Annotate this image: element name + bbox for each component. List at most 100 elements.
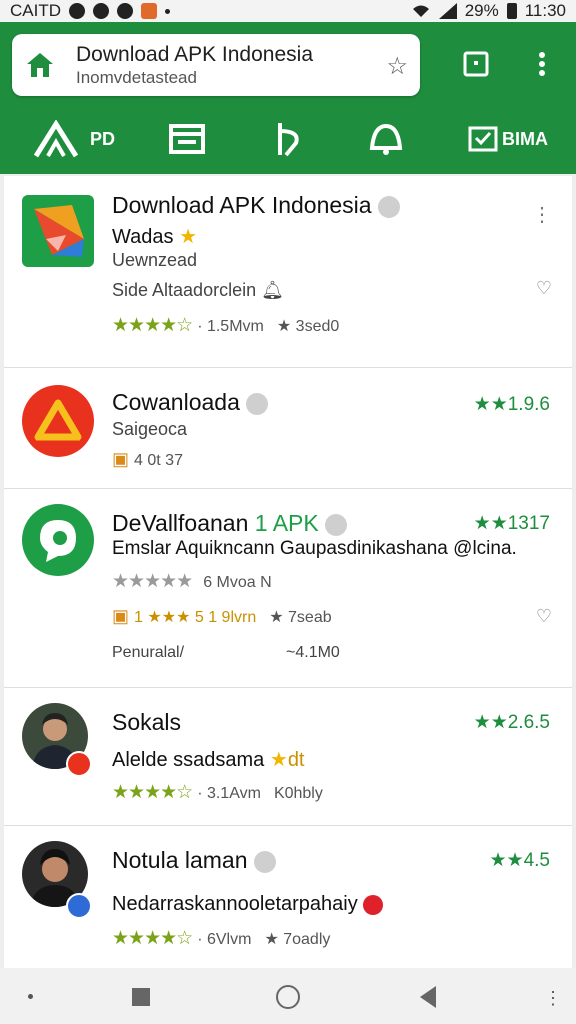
app-score: ★★1.9.6 (473, 394, 550, 415)
verified-badge-icon (324, 513, 347, 536)
app-rating-row: ★★★★☆ · 6Vlvm ★ 7oadly (112, 927, 330, 950)
downloads: · 3.1Avm (197, 785, 261, 802)
app-icon (22, 504, 94, 576)
app-tagline: Wadas ★ (112, 226, 198, 248)
more-options-icon[interactable]: ⋮ (532, 202, 552, 227)
star-badge-icon: ★ (269, 749, 288, 771)
home-icon[interactable] (26, 52, 54, 78)
share-arrow-icon (278, 123, 299, 157)
kebab-menu-icon (539, 52, 545, 76)
gift-icon: ▣ (112, 449, 130, 469)
home-up-icon (34, 120, 79, 158)
app-notification-icon (141, 3, 157, 19)
app-title: Sokals (112, 709, 182, 735)
red-badge-icon (363, 894, 384, 915)
verified-badge-icon (245, 392, 268, 415)
chat-bubble-icon (40, 520, 76, 562)
tabs-button[interactable] (460, 48, 492, 80)
battery-icon (506, 3, 517, 19)
rating-stars: ★★★★☆ (112, 315, 193, 336)
downloads: 6 Mvoa N (203, 574, 272, 591)
rating-stars: ★★★★★ (112, 571, 193, 592)
app-description: Emslar Aquikncann Gaupasdinikashana @lci… (112, 538, 517, 559)
notification-icon (93, 3, 109, 19)
app-rating-row: ★★★★☆ · 3.1Avm K0hbly (112, 781, 323, 804)
nav-inbox[interactable]: BIMA (468, 120, 548, 158)
mail-check-icon (468, 126, 498, 152)
dot-icon (165, 8, 170, 14)
app-title: Notula laman (112, 847, 276, 874)
recents-button[interactable] (132, 988, 150, 1006)
nav-home[interactable]: PD (34, 120, 115, 158)
status-bar: CAITD 29% 11:30 (0, 0, 576, 22)
overflow-menu-button[interactable] (526, 48, 558, 80)
verified-badge-icon (377, 195, 400, 218)
app-score: ★★2.6.5 (473, 712, 550, 733)
list-item[interactable]: Notula laman Nedarraskannooletarpahaiy ★… (4, 827, 572, 968)
app-detail: Side Altaadorclein 🔔︎ (112, 280, 284, 300)
gift-icon: ▣ (112, 606, 130, 626)
app-icon (22, 385, 94, 457)
status-badge (66, 893, 92, 919)
verified-badge-icon (253, 850, 276, 873)
kebab-menu-icon[interactable]: ⋮ (544, 988, 562, 1009)
app-footer-right: ~4.1M0 (286, 644, 340, 661)
bell-icon (369, 123, 403, 155)
wifi-icon (412, 5, 429, 17)
app-tagline: Saigeoca (112, 419, 188, 439)
app-rating-row: ★★★★★ 6 Mvoa N (112, 570, 272, 593)
downloads: · 1.5Mvm (197, 318, 264, 335)
crown-icon: ★ (179, 226, 198, 248)
app-rank-row: ▣ 1 ★★★ 5 1 9lvrn ★ 7seab (112, 606, 332, 626)
site-title: Download APK Indonesia (76, 43, 313, 66)
nav-share[interactable] (272, 120, 304, 158)
battery-percent: 29% (464, 1, 499, 20)
app-rating-row: ★★★★☆ · 1.5Mvm ★ 3sed0 (112, 314, 339, 337)
list-item[interactable]: DeVallfoanan 1 APK Emslar Aquikncann Gau… (4, 490, 572, 688)
nav-notifications[interactable] (366, 120, 406, 158)
app-title: Cowanloada (112, 389, 268, 416)
app-tagline: Nedarraskannooletarpahaiy (112, 893, 384, 916)
app-title: Download APK Indonesia (112, 192, 400, 219)
notification-icon (69, 3, 85, 19)
app-notification-icon (117, 3, 133, 19)
tent-logo-icon (34, 399, 82, 441)
app-title: DeVallfoanan 1 APK (112, 510, 347, 537)
tab-square-icon (463, 51, 489, 77)
reviews: ★ 3sed0 (276, 318, 340, 335)
bookmark-star-icon[interactable]: ☆ (386, 52, 408, 81)
stack-icon (169, 124, 205, 154)
signal-icon (438, 3, 457, 19)
list-item[interactable]: Sokals Alelde ssadsama ★dt ★★★★☆ · 3.1Av… (4, 689, 572, 826)
category-nav: PD BIMA (0, 108, 576, 168)
rating-stars: ★★★★☆ (112, 782, 193, 803)
app-icon (22, 195, 94, 267)
app-tagline: Alelde ssadsama ★dt (112, 749, 305, 771)
list-item[interactable]: Download APK Indonesia Wadas ★ Uewnzead … (4, 176, 572, 368)
site-subtitle: Inomvdetastead (76, 68, 197, 87)
bell-small-icon: 🔔︎ (261, 280, 284, 300)
nav-home-label: PD (90, 128, 116, 149)
app-score: ★★4.5 (489, 850, 550, 871)
list-item[interactable]: Cowanloada Saigeoca ▣ 4 0t 37 ★★1.9.6 (4, 369, 572, 489)
reviews: ★ 7oadly (264, 931, 331, 948)
back-button[interactable] (420, 986, 436, 1008)
nav-stack[interactable] (168, 120, 206, 158)
site-search-bar[interactable]: Download APK Indonesia Inomvdetastead ☆ (12, 34, 420, 96)
dot-icon (28, 994, 33, 999)
home-button[interactable] (276, 985, 300, 1009)
carrier-label: CAITD (10, 1, 61, 20)
app-score: ★★1317 (473, 513, 550, 534)
system-navigation-bar: ⋮ (0, 968, 576, 1024)
rating-stars: ★★★★☆ (112, 928, 193, 949)
app-list: Download APK Indonesia Wadas ★ Uewnzead … (4, 176, 572, 968)
heart-icon[interactable]: ♡ (536, 278, 552, 299)
status-badge (66, 751, 92, 777)
app-meta-row: ▣ 4 0t 37 (112, 449, 183, 469)
app-footer-left: Penuralal/ (112, 644, 185, 661)
clock: 11:30 (524, 1, 566, 20)
app-status: Uewnzead (112, 250, 198, 270)
heart-icon[interactable]: ♡ (536, 606, 552, 627)
colorful-logo-icon (34, 205, 84, 257)
downloads: · 6Vlvm (197, 931, 252, 948)
